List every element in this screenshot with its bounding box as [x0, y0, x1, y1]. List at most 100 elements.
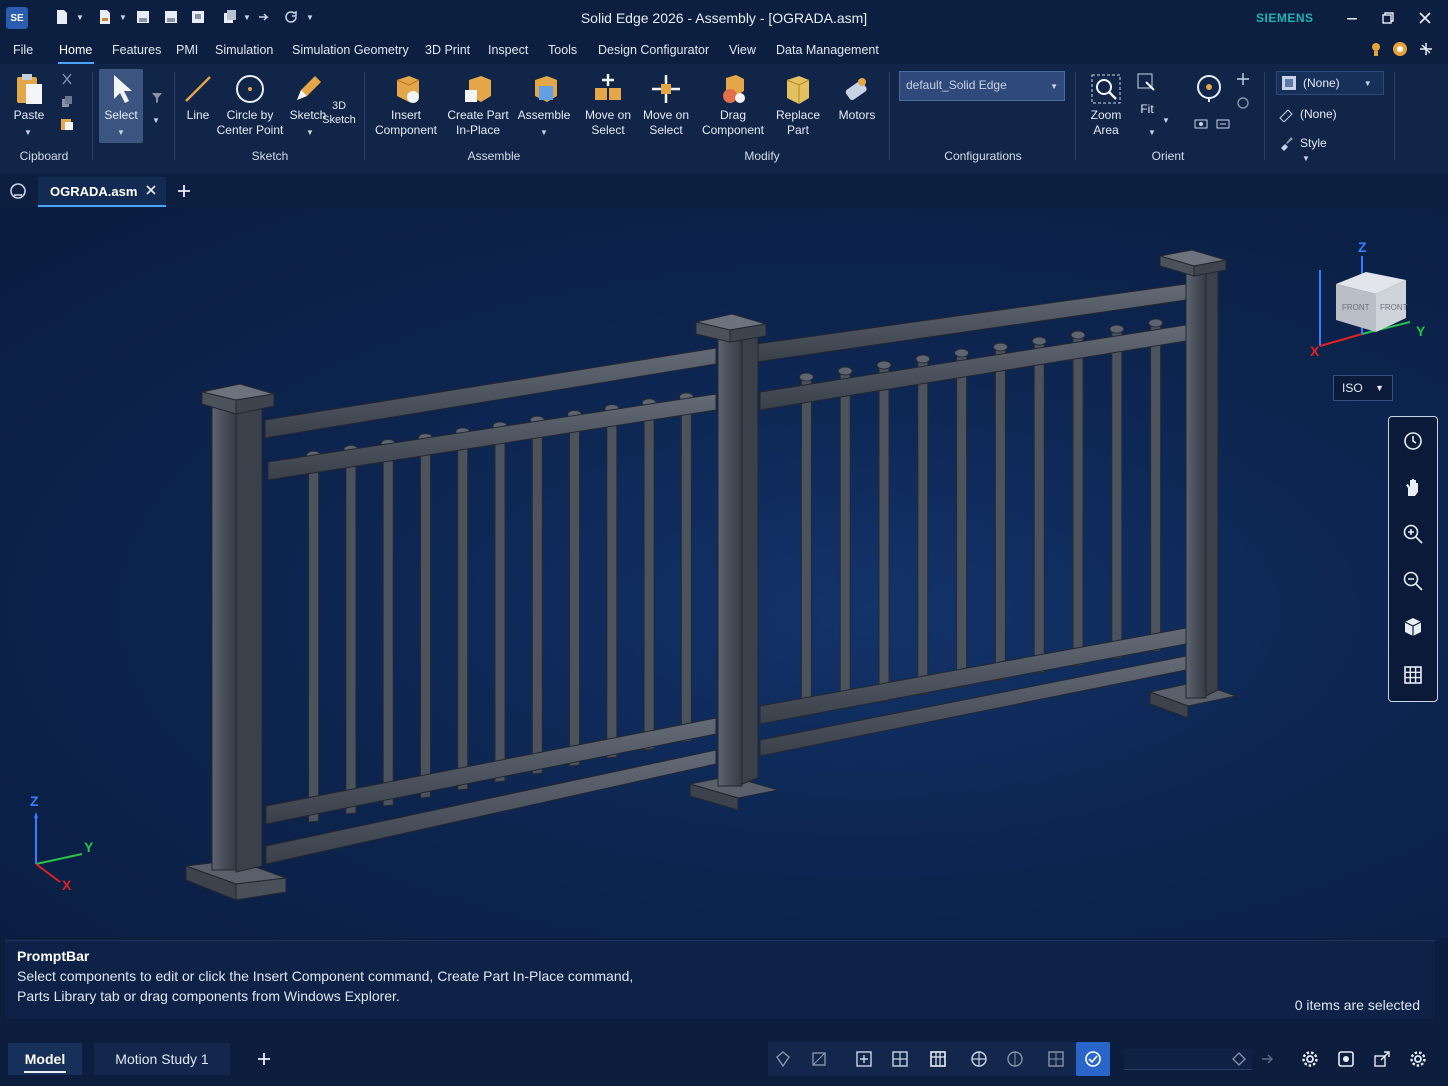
motors-label: Motors [838, 108, 876, 122]
fence-assembly-model[interactable] [0, 208, 1448, 938]
shaded-icon[interactable] [770, 1046, 796, 1072]
fit-button[interactable]: Fit [1132, 72, 1162, 117]
view-cube[interactable]: FRONT FRONT Z Y X [1306, 236, 1432, 362]
move-on-select-2-button[interactable]: Move on Select [636, 72, 696, 138]
new-tab-icon[interactable] [176, 183, 192, 199]
tab-motion-study[interactable]: Motion Study 1 [94, 1043, 230, 1075]
ribbon-separator [889, 72, 890, 160]
group-label-clipboard: Cipboard [19, 149, 69, 163]
menu-3d-print[interactable]: 3D Print [425, 43, 470, 57]
restore-icon[interactable] [1373, 6, 1403, 30]
insert-component-button[interactable]: Insert Component [370, 72, 442, 138]
style-button[interactable]: Style [1278, 135, 1327, 151]
selection-count: 0 items are selected [1294, 997, 1420, 1013]
copy-icon[interactable] [60, 95, 74, 109]
forward-arrow-icon[interactable] [1260, 1052, 1274, 1066]
chevron-down-icon[interactable]: ▼ [306, 128, 314, 137]
line-icon [185, 76, 211, 102]
share-icon[interactable] [1369, 1046, 1395, 1072]
chevron-down-icon[interactable]: ▼ [117, 128, 125, 137]
close-icon[interactable] [1410, 6, 1440, 30]
zoom-in-icon[interactable] [1400, 521, 1426, 547]
circle-by-center-button[interactable]: Circle by Center Point [212, 72, 288, 138]
line-button[interactable]: Line [180, 72, 216, 123]
chevron-down-icon[interactable]: ▼ [540, 128, 548, 137]
menu-design-configurator[interactable]: Design Configurator [598, 43, 709, 57]
check-circle-icon[interactable] [1080, 1046, 1106, 1072]
view-orientation-dropdown[interactable]: ISO ▼ [1333, 375, 1393, 401]
cut-icon[interactable] [60, 72, 74, 86]
style-label: Style [1300, 136, 1327, 150]
assemble-button[interactable]: Assemble [514, 72, 574, 123]
diamond-icon[interactable] [1232, 1052, 1246, 1066]
menu-tools[interactable]: Tools [548, 43, 577, 57]
chevron-down-icon[interactable]: ▼ [152, 116, 160, 125]
hidden-edges-icon[interactable] [806, 1046, 832, 1072]
layout-icon[interactable] [925, 1046, 951, 1072]
zoom-area-button[interactable]: Zoom Area [1084, 72, 1128, 138]
view-style-dropdown[interactable]: (None) ▼ [1276, 71, 1384, 95]
menu-file[interactable]: File [13, 43, 33, 57]
motors-button[interactable]: Motors [832, 72, 882, 123]
named-views-icon[interactable] [1194, 117, 1208, 131]
home-tab-icon[interactable] [9, 182, 27, 200]
learning-icon[interactable] [1392, 41, 1408, 57]
sphere-icon[interactable] [966, 1046, 992, 1072]
pan-hand-icon[interactable] [1400, 474, 1426, 500]
spin-icon[interactable] [1236, 96, 1250, 110]
settings-icon[interactable] [1297, 1046, 1323, 1072]
sketch-3d-button[interactable]: 3D Sketch [320, 99, 358, 127]
minimize-icon[interactable] [1337, 6, 1367, 30]
selection-filter-icon[interactable] [150, 90, 164, 104]
ribbon-separator [1264, 72, 1265, 160]
chevron-down-icon[interactable]: ▼ [1302, 154, 1310, 163]
section-view-icon[interactable] [851, 1046, 877, 1072]
pin-ribbon-icon[interactable] [1418, 41, 1434, 57]
history-icon[interactable] [1400, 428, 1426, 454]
style-swatch-icon [1282, 76, 1296, 90]
view-toolbar [1388, 416, 1438, 702]
drag-component-button[interactable]: Drag Component [698, 72, 768, 138]
clip-plane-icon[interactable] [887, 1046, 913, 1072]
replace-part-button[interactable]: Replace Part [770, 72, 826, 138]
ribbon-separator [174, 72, 175, 160]
fit-label: Fit [1140, 102, 1154, 116]
zoom-out-icon[interactable] [1400, 568, 1426, 594]
menu-data-management[interactable]: Data Management [776, 43, 879, 57]
rotate-view-icon[interactable] [1194, 72, 1224, 102]
chevron-down-icon[interactable]: ▼ [1148, 128, 1156, 137]
view-orient-icon[interactable] [1216, 117, 1230, 131]
menu-home[interactable]: Home [59, 43, 92, 57]
add-study-icon[interactable] [256, 1051, 272, 1067]
baluster [345, 449, 357, 815]
select-button[interactable]: Select [99, 72, 143, 123]
cross-section-icon[interactable] [1002, 1046, 1028, 1072]
paste-button[interactable]: Paste [8, 72, 50, 123]
menu-inspect[interactable]: Inspect [488, 43, 528, 57]
menu-features[interactable]: Features [112, 43, 161, 57]
help-icon[interactable] [1368, 41, 1384, 57]
paste-special-icon[interactable] [60, 117, 74, 131]
close-tab-icon[interactable] [144, 183, 158, 197]
chevron-down-icon[interactable]: ▼ [24, 128, 32, 137]
document-tab[interactable]: OGRADA.asm [38, 177, 166, 207]
menu-simulation[interactable]: Simulation [215, 43, 273, 57]
circle-label-1: Circle by [226, 108, 274, 122]
chevron-down-icon[interactable]: ▼ [1162, 116, 1170, 125]
menu-pmi[interactable]: PMI [176, 43, 198, 57]
gear-icon[interactable] [1405, 1046, 1431, 1072]
menu-view[interactable]: View [729, 43, 756, 57]
grid-snap-icon[interactable] [1043, 1046, 1069, 1072]
pan-icon[interactable] [1236, 72, 1250, 86]
camera-icon[interactable] [1333, 1046, 1359, 1072]
face-style-button[interactable]: (None) [1278, 106, 1337, 122]
move-on-select-button[interactable]: Move on Select [578, 72, 638, 138]
grid-icon[interactable] [1400, 662, 1426, 688]
configuration-dropdown[interactable]: default_Solid Edge ▼ [899, 71, 1065, 101]
3d-cube-icon[interactable] [1400, 614, 1426, 640]
replace-part-label-2: Part [786, 123, 809, 137]
baluster [839, 371, 851, 710]
menu-simulation-geometry[interactable]: Simulation Geometry [292, 43, 409, 57]
create-part-in-place-button[interactable]: Create Part In-Place [444, 72, 512, 138]
baluster [382, 443, 394, 807]
